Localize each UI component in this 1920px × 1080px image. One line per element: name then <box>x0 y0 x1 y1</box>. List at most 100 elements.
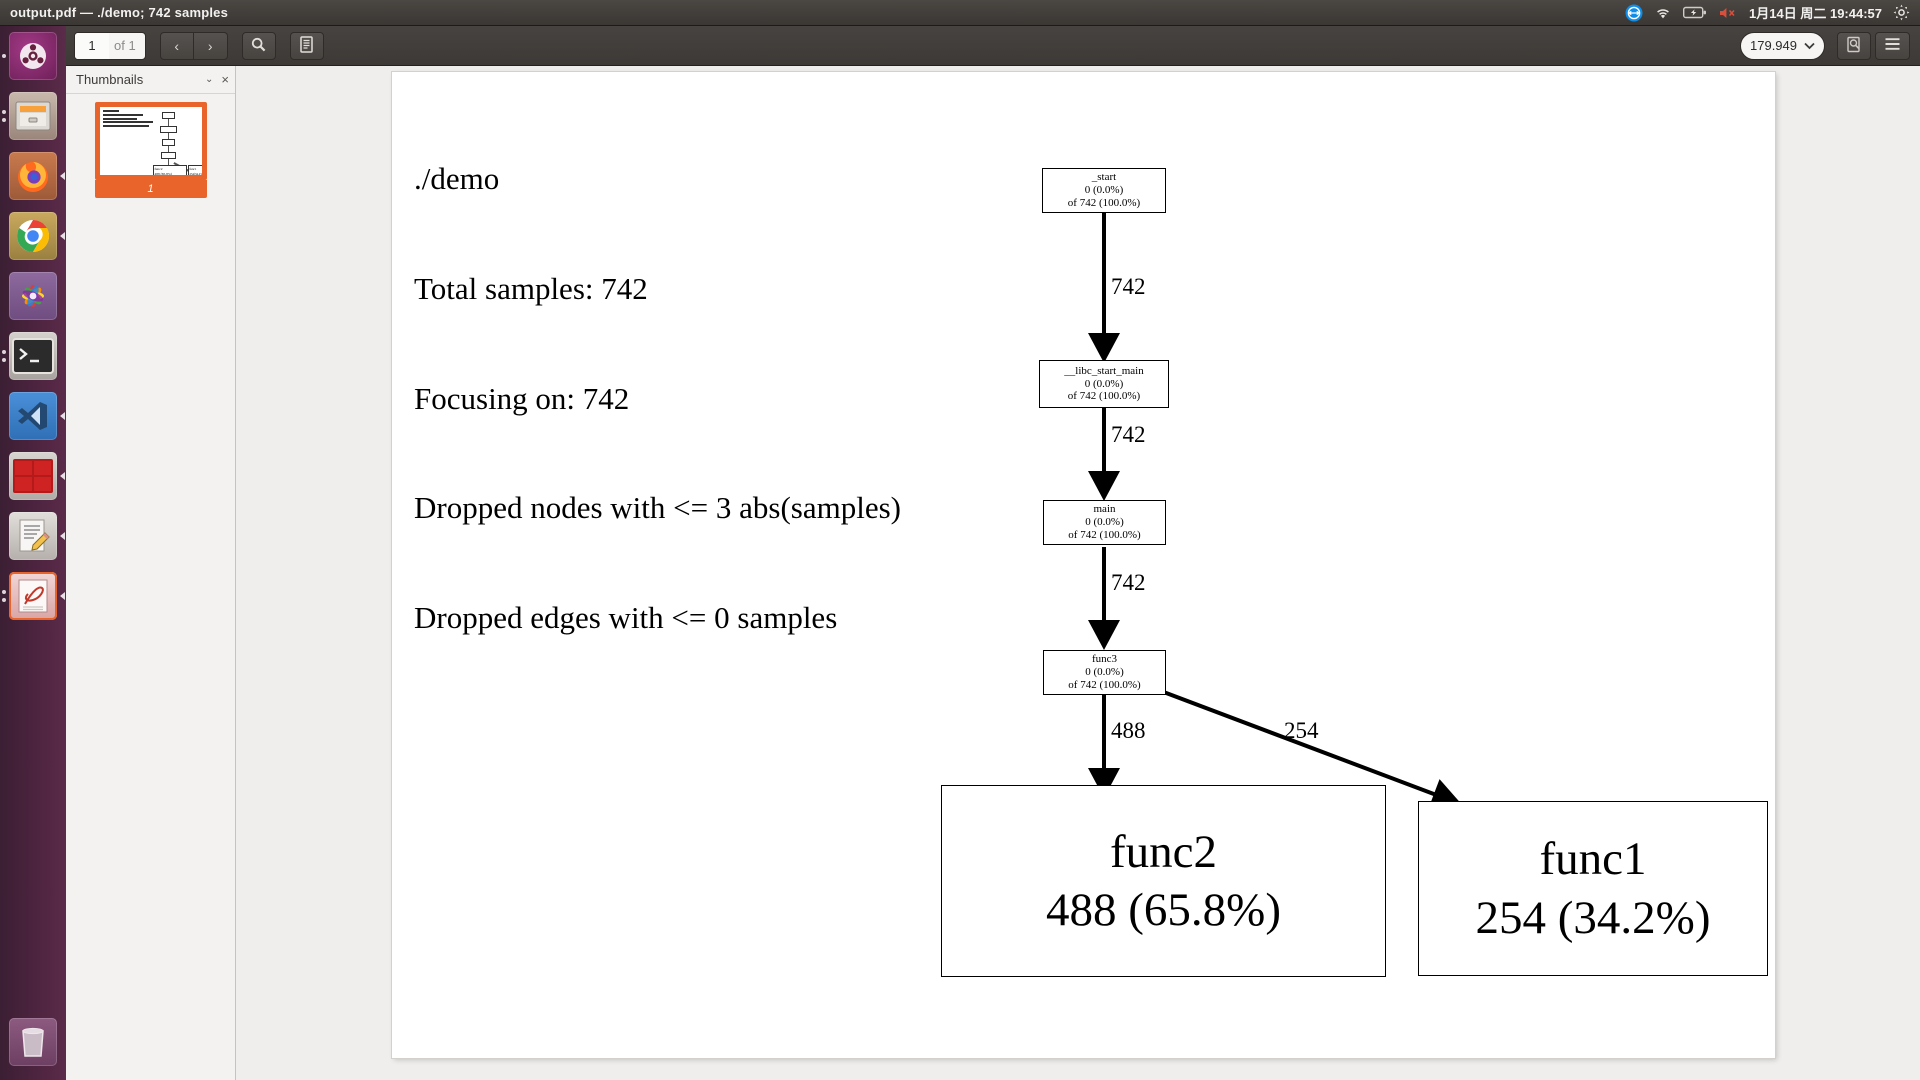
graph-node-main[interactable]: main 0 (0.0%) of 742 (100.0%) <box>1043 500 1166 545</box>
terminal-icon <box>12 338 54 374</box>
node-name: _start <box>1091 171 1117 184</box>
close-icon[interactable]: × <box>221 72 229 87</box>
sidebar: Thumbnails ⌄ × func2 488 (65.8%) func1 2… <box>66 66 236 1080</box>
launcher-item-ubuntu-dash[interactable] <box>0 26 66 86</box>
node-name: main <box>1093 503 1116 516</box>
zoom-value: 179.949 <box>1750 38 1797 53</box>
previous-page-button[interactable]: ‹ <box>159 31 194 60</box>
launcher-item-terminal[interactable] <box>0 326 66 386</box>
node-total: of 742 (100.0%) <box>1067 390 1141 403</box>
page-total-label: of 1 <box>114 38 136 53</box>
tray-clock[interactable]: 1月14日 周二 19:44:57 <box>1749 3 1882 22</box>
launcher-item-trash[interactable] <box>0 1012 66 1072</box>
next-page-button[interactable]: › <box>193 31 228 60</box>
launcher-pip <box>2 350 6 354</box>
annotations-button[interactable] <box>289 31 324 60</box>
search-group <box>241 31 276 60</box>
node-self: 0 (0.0%) <box>1085 516 1124 529</box>
edge-label-func3-func1: 254 <box>1284 718 1319 743</box>
main-menu-button[interactable] <box>1875 31 1910 60</box>
graph-node-libc-start-main[interactable]: __libc_start_main 0 (0.0%) of 742 (100.0… <box>1039 360 1169 408</box>
gear-icon[interactable] <box>1893 3 1910 23</box>
edge-label-func3-func2: 488 <box>1111 718 1146 743</box>
top-panel: output.pdf — ./demo; 742 samples 1月14日 周… <box>0 0 1920 26</box>
chrome-icon <box>17 219 50 253</box>
pdf-page: ./demo Total samples: 742 Focusing on: 7… <box>392 72 1775 1058</box>
launcher-item-vscode[interactable] <box>0 386 66 446</box>
launcher-item-photos[interactable] <box>0 266 66 326</box>
launcher-pip <box>2 54 6 58</box>
launcher-pip <box>2 358 6 362</box>
teamviewer-icon[interactable] <box>1625 3 1643 23</box>
annotations-group <box>289 31 324 60</box>
search-button[interactable] <box>241 31 276 60</box>
photos-flower-icon <box>22 285 44 307</box>
trash-icon <box>22 1027 44 1057</box>
launcher-arrow-icon <box>60 232 65 240</box>
files-icon <box>15 101 51 131</box>
annotations-icon <box>299 35 314 56</box>
window-title: output.pdf — ./demo; 742 samples <box>10 5 229 20</box>
launcher-arrow-icon <box>60 472 65 480</box>
launcher-arrow-icon <box>60 172 65 180</box>
chevron-down-icon[interactable]: ⌄ <box>197 74 221 85</box>
launcher-pip <box>2 118 6 122</box>
hamburger-menu-icon <box>1884 37 1901 54</box>
ubuntu-logo-icon <box>20 43 46 69</box>
toolbar-right-group: 179.949 <box>1740 31 1920 60</box>
thumbnail-page-1[interactable]: func2488 (65.8%) func1254(34.2%) 1 <box>94 102 207 198</box>
find-icon <box>1846 36 1862 56</box>
thumbnail-list: func2488 (65.8%) func1254(34.2%) 1 <box>66 94 235 198</box>
graph-node-start[interactable]: _start 0 (0.0%) of 742 (100.0%) <box>1042 168 1166 213</box>
node-self: 488 (65.8%) <box>1046 884 1281 936</box>
page-navigation-group: of 1 <box>74 31 146 60</box>
sidebar-header: Thumbnails ⌄ × <box>66 66 235 94</box>
graph-node-func3[interactable]: func3 0 (0.0%) of 742 (100.0%) <box>1043 650 1166 695</box>
search-icon <box>251 37 266 55</box>
chevron-down-icon <box>1804 38 1815 53</box>
launcher-item-files[interactable] <box>0 86 66 146</box>
document-viewport[interactable]: ./demo Total samples: 742 Focusing on: 7… <box>236 66 1920 1080</box>
wifi-icon[interactable] <box>1654 3 1672 23</box>
sidebar-title: Thumbnails <box>76 72 144 87</box>
battery-icon[interactable] <box>1683 3 1707 23</box>
volume-muted-icon[interactable] <box>1718 3 1738 23</box>
zoom-selector[interactable]: 179.949 <box>1740 31 1825 60</box>
node-total: of 742 (100.0%) <box>1068 678 1141 691</box>
launcher-pip <box>2 110 6 114</box>
vscode-icon <box>18 402 47 430</box>
node-name: func2 <box>1109 825 1217 878</box>
node-self: 0 (0.0%) <box>1085 666 1124 679</box>
launcher-pip <box>2 590 6 594</box>
launcher-item-chrome[interactable] <box>0 206 66 266</box>
unity-launcher <box>0 26 66 1080</box>
red-app-icon <box>13 459 53 493</box>
node-total: of 742 (100.0%) <box>1067 196 1141 209</box>
launcher-item-red-app[interactable] <box>0 446 66 506</box>
launcher-arrow-icon <box>60 412 65 420</box>
graph-node-func1[interactable]: func1 254 (34.2%) <box>1418 801 1768 976</box>
node-self: 0 (0.0%) <box>1084 184 1124 197</box>
node-name: func1 <box>1539 833 1647 886</box>
graph-node-func2[interactable]: func2 488 (65.8%) <box>941 785 1386 977</box>
system-tray: 1月14日 周二 19:44:57 <box>1625 3 1920 23</box>
launcher-item-text-editor[interactable] <box>0 506 66 566</box>
evince-toolbar: of 1 ‹ › 179.949 <box>66 26 1920 66</box>
page-number-input[interactable] <box>75 32 109 59</box>
node-total: of 742 (100.0%) <box>1068 528 1141 541</box>
firefox-icon <box>18 162 48 192</box>
launcher-arrow-icon <box>60 592 65 600</box>
edge-label-main-func3: 742 <box>1111 570 1146 595</box>
thumbnail-preview: func2488 (65.8%) func1254(34.2%) <box>99 107 202 175</box>
node-self: 254 (34.2%) <box>1475 891 1711 944</box>
launcher-item-evince[interactable] <box>0 566 66 626</box>
thumbnail-frame: func2488 (65.8%) func1254(34.2%) <box>94 102 207 180</box>
edge-label-start-libc: 742 <box>1111 274 1146 299</box>
thumbnail-page-label: 1 <box>94 180 207 198</box>
edge-label-libc-main: 742 <box>1111 422 1146 447</box>
launcher-item-firefox[interactable] <box>0 146 66 206</box>
page-entry[interactable]: of 1 <box>74 31 146 60</box>
node-name: __libc_start_main <box>1064 364 1144 377</box>
launcher-arrow-icon <box>60 532 65 540</box>
find-tool-button[interactable] <box>1837 31 1871 60</box>
